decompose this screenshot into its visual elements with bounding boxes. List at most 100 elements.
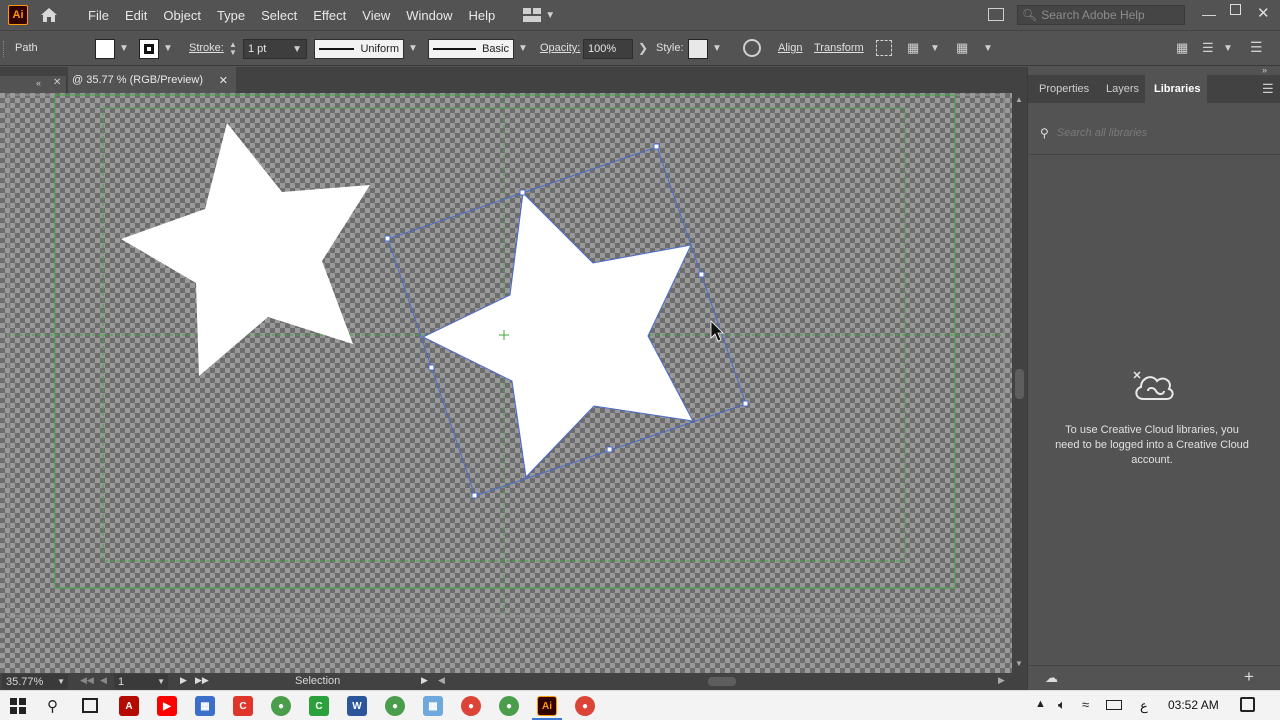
network-app-icon[interactable]: ▦ (195, 696, 215, 716)
recolor-dropdown-icon[interactable]: ▼ (983, 43, 993, 54)
scroll-up-arrow[interactable]: ▲ (1015, 95, 1023, 104)
panel-menu-icon[interactable]: ☰ (1262, 81, 1274, 97)
files-app-icon[interactable]: ▦ (423, 696, 443, 716)
show-hidden-icons[interactable]: ▲ (1035, 698, 1046, 710)
tab-layers[interactable]: Layers (1106, 83, 1139, 95)
previous-artboard-icon[interactable]: ◀ (100, 675, 107, 686)
tab-libraries[interactable]: Libraries (1154, 83, 1200, 95)
library-search-input[interactable]: ⚲ Search all libraries (1034, 122, 1272, 144)
recolor-menu-icon[interactable]: ▦ (956, 40, 968, 56)
chrome-icon-1[interactable]: ● (271, 696, 291, 716)
style-dropdown-icon[interactable]: ▼ (712, 43, 722, 54)
opacity-field[interactable]: 100% (583, 39, 633, 59)
scroll-down-arrow[interactable]: ▼ (1015, 659, 1023, 668)
stroke-color-dropdown-icon[interactable]: ▼ (163, 43, 173, 54)
menu-edit[interactable]: Edit (117, 8, 155, 23)
stroke-label[interactable]: Stroke: (189, 42, 224, 54)
arrange-icon[interactable]: ▦ (907, 40, 919, 56)
word-icon[interactable]: W (347, 696, 367, 716)
canvas-area[interactable] (0, 93, 1012, 673)
notifications-icon[interactable] (1240, 697, 1255, 712)
search-icon: ⚲ (1040, 126, 1049, 140)
chrome-icon-4[interactable]: ● (499, 696, 519, 716)
youtube-icon[interactable]: ▶ (157, 696, 177, 716)
menu-select[interactable]: Select (253, 8, 305, 23)
close-toolbar-icon[interactable]: ✕ (53, 77, 61, 88)
control-panel-menu-icon[interactable]: ☰ (1250, 39, 1263, 56)
zoom-dropdown-icon[interactable]: ▼ (57, 677, 65, 686)
graphic-style-swatch[interactable] (688, 39, 708, 59)
search-taskbar-icon[interactable]: ⚲ (47, 697, 58, 715)
scroll-right-arrow[interactable]: ▶ (998, 675, 1005, 686)
chrome-icon-2[interactable]: ● (385, 696, 405, 716)
panel-collapse-icon[interactable]: » (1262, 65, 1267, 75)
document-tab[interactable]: @ 35.77 % (RGB/Preview) ✕ (68, 67, 236, 93)
menu-window[interactable]: Window (398, 8, 460, 23)
first-artboard-icon[interactable]: ◀◀ (80, 675, 94, 686)
menu-help[interactable]: Help (460, 8, 503, 23)
fill-dropdown-icon[interactable]: ▼ (119, 43, 129, 54)
chrome-icon-5[interactable]: ● (575, 696, 595, 716)
artboard-dropdown-icon[interactable]: ▼ (157, 677, 165, 686)
profile-dropdown-icon[interactable]: ▼ (408, 43, 418, 54)
volume-icon[interactable]: 🔈︎ (1058, 697, 1066, 713)
wifi-icon[interactable]: ≈ (1082, 697, 1089, 712)
menu-object[interactable]: Object (155, 8, 209, 23)
zoom-field[interactable]: 35.77% ▼ (2, 674, 68, 689)
camtasia-icon[interactable]: C (309, 696, 329, 716)
illustrator-taskbar-icon[interactable]: Ai (537, 696, 557, 716)
transform-button[interactable]: Transform (814, 42, 864, 54)
align-button[interactable]: Align (778, 42, 802, 54)
brush-dropdown-icon[interactable]: ▼ (518, 43, 528, 54)
style-label: Style: (656, 42, 684, 54)
cloud-sync-icon[interactable]: ☁ (1045, 670, 1058, 686)
fill-swatch[interactable] (95, 39, 115, 59)
minimize-button[interactable]: — (1202, 6, 1216, 22)
restore-button[interactable] (1230, 4, 1241, 15)
menu-effect[interactable]: Effect (305, 8, 354, 23)
artboard-number-field[interactable]: 1 ▼ (114, 674, 168, 689)
collapse-toolbar-icon[interactable]: « (36, 78, 41, 88)
close-button[interactable]: ✕ (1257, 4, 1270, 22)
brush-definition[interactable]: Basic (428, 39, 514, 59)
home-icon[interactable] (38, 5, 60, 25)
menu-type[interactable]: Type (209, 8, 253, 23)
workspace-switcher-icon[interactable]: ▼ (523, 8, 555, 22)
vertical-scroll-thumb[interactable] (1015, 369, 1024, 399)
tab-properties[interactable]: Properties (1039, 83, 1089, 95)
language-indicator[interactable]: ع (1140, 698, 1148, 714)
align-panel-icon[interactable]: ▦ (1176, 40, 1188, 56)
menu-file[interactable]: File (80, 8, 117, 23)
scroll-left-arrow[interactable]: ◀ (438, 675, 445, 686)
isolate-object-icon[interactable] (876, 40, 892, 56)
windows-start-icon[interactable] (10, 698, 26, 717)
vertical-scrollbar[interactable]: ▲ ▼ (1012, 93, 1027, 673)
close-tab-icon[interactable]: ✕ (219, 74, 228, 87)
distribute-dropdown-icon[interactable]: ▼ (1223, 43, 1233, 54)
status-menu-arrow-icon[interactable]: ▶ (421, 675, 428, 686)
next-artboard-icon[interactable]: ▶ (180, 675, 187, 686)
stroke-weight-field[interactable]: 1 pt ▼ (243, 39, 307, 59)
chrome-icon-3[interactable]: ● (461, 696, 481, 716)
menu-view[interactable]: View (354, 8, 398, 23)
recolor-artwork-icon[interactable] (743, 39, 761, 57)
clock[interactable]: 03:52 AM (1168, 698, 1219, 712)
star-shape-left (121, 123, 370, 376)
task-view-icon[interactable] (82, 698, 98, 713)
horizontal-scroll-thumb[interactable] (708, 677, 736, 686)
stroke-swatch[interactable] (139, 39, 159, 59)
acrobat-icon[interactable]: A (119, 696, 139, 716)
opacity-label[interactable]: Opacity: (540, 42, 580, 54)
distribute-icon[interactable]: ☰ (1202, 40, 1214, 56)
opacity-arrow-icon[interactable]: ❯ (638, 41, 648, 55)
search-help-input[interactable]: 🔍︎ Search Adobe Help (1017, 5, 1185, 25)
arrange-dropdown-icon[interactable]: ▼ (930, 43, 940, 54)
battery-icon[interactable] (1106, 700, 1122, 710)
last-artboard-icon[interactable]: ▶▶ (195, 675, 209, 686)
variable-width-profile[interactable]: Uniform (314, 39, 404, 59)
stroke-weight-stepper[interactable]: ▲ ▼ (229, 41, 237, 57)
add-library-icon[interactable]: + (1244, 667, 1254, 687)
red-app-icon[interactable]: C (233, 696, 253, 716)
stroke-weight-dropdown-icon[interactable]: ▼ (292, 44, 302, 55)
arrange-documents-icon[interactable] (988, 8, 1004, 21)
